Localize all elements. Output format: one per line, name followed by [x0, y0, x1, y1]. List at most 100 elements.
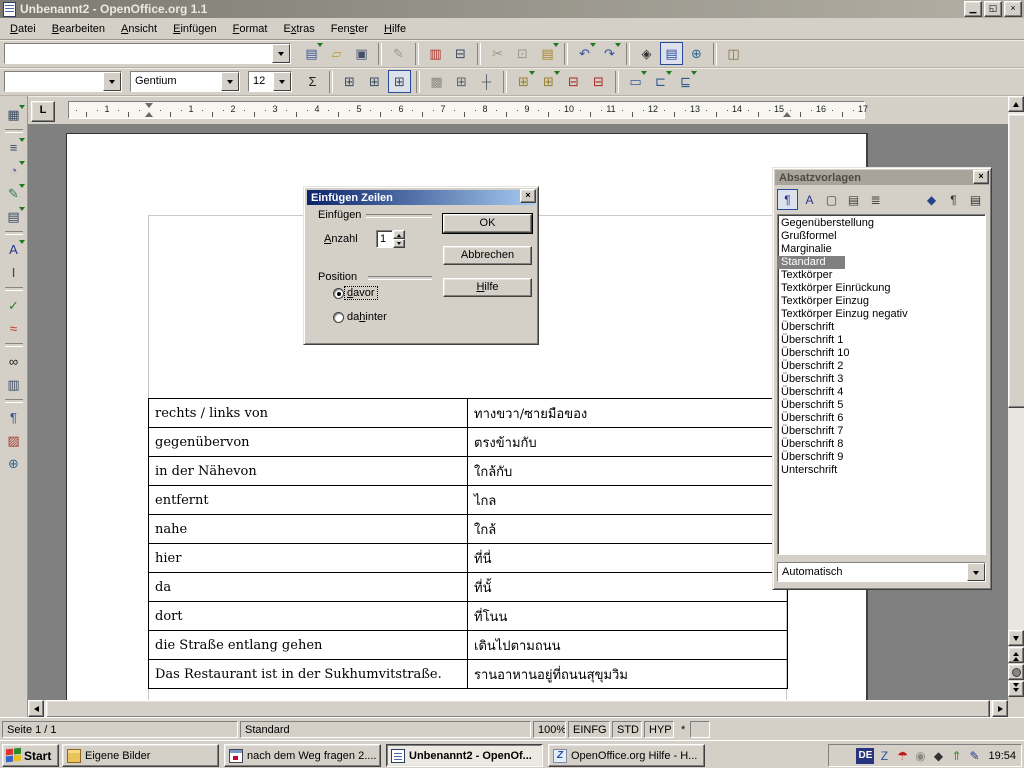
gallery-button[interactable]: ◫ [722, 42, 745, 65]
style-list-item[interactable]: Überschrift 4 [778, 386, 847, 399]
fill-format-mode-button[interactable]: ◆ [921, 189, 942, 210]
style-list-item[interactable]: Gegenüberstellung [778, 217, 878, 230]
vertical-scrollbar-thumb[interactable] [1008, 114, 1024, 408]
hyperlink-dialog-button[interactable]: ⊕ [685, 42, 708, 65]
next-page-button[interactable] [1008, 681, 1024, 697]
table-cell-german[interactable]: nahe [149, 515, 468, 544]
table-cell-german[interactable]: gegenübervon [149, 428, 468, 457]
tablet-icon[interactable]: ✎ [966, 748, 982, 764]
graphics-onoff-button[interactable]: ▨ [3, 430, 25, 451]
anzahl-value[interactable]: 1 [376, 230, 393, 248]
style-list-item[interactable]: Überschrift 10 [778, 347, 853, 360]
stylist-button[interactable]: ▤ [660, 42, 683, 65]
page-styles-button[interactable]: ▤ [843, 189, 864, 210]
font-size-value[interactable]: 12 [249, 72, 273, 91]
menu-hilfe[interactable]: Hilfe [376, 20, 414, 38]
spellcheck-button[interactable]: ✓ [3, 295, 25, 316]
style-list-item[interactable]: Überschrift 9 [778, 451, 847, 464]
table-cell-thai[interactable]: ที่นั้ [468, 573, 788, 602]
style-list-item[interactable]: Überschrift [778, 321, 845, 334]
previous-page-button[interactable] [1008, 647, 1024, 663]
save-button[interactable]: ▣ [350, 42, 373, 65]
menu-einfuegen[interactable]: Einfügen [165, 20, 224, 38]
taskbar-clock[interactable]: 19:54 [988, 750, 1016, 762]
menu-extras[interactable]: Extras [275, 20, 322, 38]
horizontal-scrollbar-thumb[interactable] [46, 700, 990, 718]
menu-ansicht[interactable]: Ansicht [113, 20, 165, 38]
stylist-titlebar[interactable]: Absatzvorlagen [775, 170, 989, 185]
find-replace-button[interactable]: ∞ [3, 351, 25, 372]
table-cell-german[interactable]: entfernt [149, 486, 468, 515]
dialog-close-button[interactable]: × [520, 189, 536, 203]
table-cell-german[interactable]: rechts / links von [149, 399, 468, 428]
update-icon[interactable]: ⇑ [948, 748, 964, 764]
table-cell-german[interactable]: Das Restaurant ist in der Sukhumvitstraß… [149, 660, 468, 689]
url-value[interactable] [5, 44, 272, 63]
scroll-left-button[interactable] [28, 700, 44, 717]
open-button[interactable]: ▱ [325, 42, 348, 65]
tab-stop-type-button[interactable]: L [31, 101, 55, 122]
table-cell-thai[interactable]: ใกล้กับ [468, 457, 788, 486]
redo-button[interactable]: ↷ [598, 42, 621, 65]
borders-button[interactable]: ⊞ [450, 70, 473, 93]
insert-column-button[interactable]: ⊞ [537, 70, 560, 93]
volume-icon[interactable]: ◉ [912, 748, 928, 764]
paragraph-styles-button[interactable]: ¶ [777, 189, 798, 210]
copy-button[interactable]: ⊡ [511, 42, 534, 65]
font-name-combobox[interactable]: Gentium [130, 71, 240, 92]
insert-fields-button[interactable]: ≡ [3, 137, 25, 158]
style-list-item[interactable]: Überschrift 3 [778, 373, 847, 386]
style-filter-value[interactable]: Automatisch [778, 563, 967, 581]
menu-fenster[interactable]: Fenster [323, 20, 376, 38]
frame-styles-button[interactable]: ▢ [821, 189, 842, 210]
antivirus-icon[interactable]: ☂ [894, 748, 910, 764]
edit-file-button[interactable]: ✎ [387, 42, 410, 65]
insert-object-button[interactable]: ◔ [3, 160, 25, 181]
radio-dahinter[interactable] [333, 312, 344, 323]
task-eigene-bilder[interactable]: Eigene Bilder [62, 744, 219, 767]
direct-cursor-button[interactable]: I [3, 262, 25, 283]
font-name-dropdown-button[interactable] [221, 72, 239, 91]
task-openoffice-hilfe[interactable]: OpenOffice.org Hilfe - H... [548, 744, 705, 767]
url-combobox[interactable] [4, 43, 291, 64]
update-style-button[interactable]: ▤ [965, 189, 986, 210]
style-list-item[interactable]: Überschrift 6 [778, 412, 847, 425]
style-dropdown-button[interactable] [103, 72, 121, 91]
scroll-down-button[interactable] [1008, 630, 1024, 646]
radio-davor[interactable] [333, 288, 344, 299]
insert-row-button[interactable]: ⊞ [512, 70, 535, 93]
new-document-button[interactable]: ▤ [300, 42, 323, 65]
table-cell-thai[interactable]: ใกล้ [468, 515, 788, 544]
cut-button[interactable]: ✂ [486, 42, 509, 65]
delete-row-button[interactable]: ⊟ [562, 70, 585, 93]
wrap-through-button[interactable]: ⊑ [674, 70, 697, 93]
dialog-titlebar[interactable]: Einfügen Zeilen [307, 190, 535, 205]
data-sources-button[interactable]: ▥ [3, 374, 25, 395]
scroll-right-button[interactable] [992, 700, 1008, 717]
task-nach-dem-weg-fragen[interactable]: nach dem Weg fragen 2.... [224, 744, 381, 767]
style-list-item[interactable]: Überschrift 1 [778, 334, 847, 347]
insert-frame-button[interactable]: ▭ [624, 70, 647, 93]
style-list-item[interactable]: Textkörper Einzug negativ [778, 308, 912, 321]
table-cell-german[interactable]: die Straße entlang gehen [149, 631, 468, 660]
table-cell-german[interactable]: dort [149, 602, 468, 631]
wrap-left-button[interactable]: ⊏ [649, 70, 672, 93]
anzahl-spinner[interactable]: 1 [376, 230, 405, 248]
radio-davor-label[interactable]: davor [345, 287, 377, 299]
paste-button[interactable]: ▤ [536, 42, 559, 65]
ok-button[interactable]: OK [443, 214, 532, 233]
minimize-button[interactable]: ▁ [964, 1, 982, 17]
status-insert-mode[interactable]: EINFG [568, 721, 610, 738]
navigator-button[interactable]: ◈ [635, 42, 658, 65]
status-selection-mode[interactable]: STD [612, 721, 642, 738]
font-name-value[interactable]: Gentium [131, 72, 221, 91]
style-list-item[interactable]: Marginalie [778, 243, 845, 256]
table-cell-thai[interactable]: ไกล [468, 486, 788, 515]
url-dropdown-button[interactable] [272, 44, 290, 63]
quickstarter-icon[interactable]: Z [876, 748, 892, 764]
style-combobox-value[interactable] [5, 72, 103, 91]
undo-button[interactable]: ↶ [573, 42, 596, 65]
delete-column-button[interactable]: ⊟ [587, 70, 610, 93]
language-indicator[interactable]: DE [856, 748, 874, 764]
draw-functions-button[interactable]: ✎ [3, 183, 25, 204]
